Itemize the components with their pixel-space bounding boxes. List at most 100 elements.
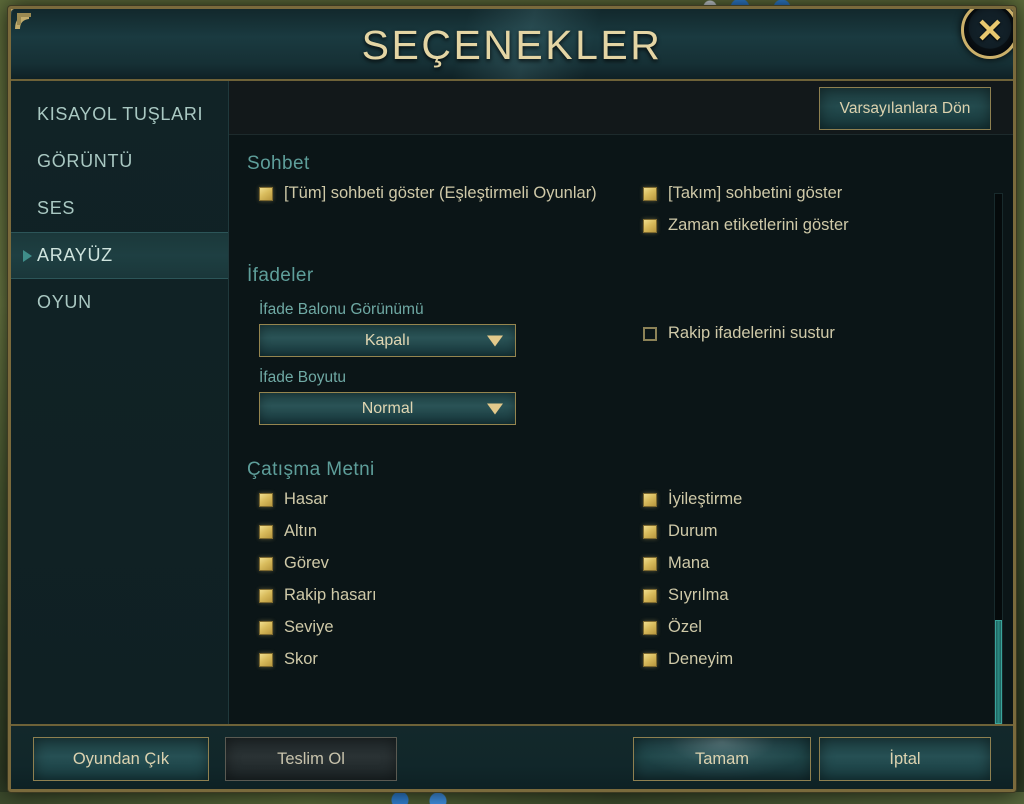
checkbox-label: Zaman etiketlerini göster xyxy=(668,216,849,234)
checkbox-row-healing[interactable]: İyileştirme xyxy=(643,489,973,510)
checkbox-label: Hasar xyxy=(284,490,329,508)
checkbox-icon[interactable] xyxy=(259,187,273,201)
checkbox-label: Rakip hasarı xyxy=(284,586,377,604)
emote-bubble-label: İfade Balonu Görünümü xyxy=(259,301,424,318)
chat-left-column: [Tüm] sohbeti göster (Eşleştirmeli Oyunl… xyxy=(239,183,631,247)
checkbox-icon[interactable] xyxy=(643,621,657,635)
checkbox-icon[interactable] xyxy=(643,589,657,603)
sidebar-item-game[interactable]: OYUN xyxy=(11,279,228,326)
checkbox-icon[interactable] xyxy=(643,557,657,571)
checkbox-label: Görev xyxy=(284,554,329,572)
sidebar-item-hotkeys[interactable]: KISAYOL TUŞLARI xyxy=(11,91,228,138)
scrollbar-thumb[interactable] xyxy=(995,620,1002,724)
checkbox-label: Skor xyxy=(284,650,318,668)
sidebar-item-label: SES xyxy=(37,198,76,218)
combat-left-column: Hasar Altın Görev Rakip hasarı Seviye Sk… xyxy=(239,489,631,681)
checkbox-label: Özel xyxy=(668,618,702,636)
checkbox-icon[interactable] xyxy=(643,493,657,507)
checkbox-row-status[interactable]: Durum xyxy=(643,521,973,542)
sidebar-item-sound[interactable]: SES xyxy=(11,185,228,232)
checkbox-row-experience[interactable]: Deneyim xyxy=(643,649,973,670)
emote-size-dropdown[interactable]: Normal xyxy=(259,392,516,425)
checkbox-row-show-timestamps[interactable]: Zaman etiketlerini göster xyxy=(643,215,973,236)
chevron-right-icon xyxy=(23,249,32,262)
sidebar-item-label: GÖRÜNTÜ xyxy=(37,151,133,171)
footer-bar: Oyundan Çık Teslim Ol Tamam İptal xyxy=(11,724,1013,789)
reset-defaults-button[interactable]: Varsayılanlara Dön xyxy=(819,87,991,130)
section-title-emotes: İfadeler xyxy=(247,265,314,286)
surrender-label: Teslim Ol xyxy=(277,749,345,768)
checkbox-icon[interactable] xyxy=(643,219,657,233)
checkbox-label: [Tüm] sohbeti göster (Eşleştirmeli Oyunl… xyxy=(284,184,597,202)
cancel-button[interactable]: İptal xyxy=(819,737,991,781)
checkbox-row-enemy-damage[interactable]: Rakip hasarı xyxy=(259,585,631,606)
checkbox-icon[interactable] xyxy=(259,653,273,667)
reset-defaults-label: Varsayılanlara Dön xyxy=(839,99,971,117)
checkbox-row-quest[interactable]: Görev xyxy=(259,553,631,574)
ok-button[interactable]: Tamam xyxy=(633,737,811,781)
sidebar-item-video[interactable]: GÖRÜNTÜ xyxy=(11,138,228,185)
checkbox-icon[interactable] xyxy=(259,621,273,635)
emotes-left-column: İfade Balonu Görünümü Kapalı İfade Boyut… xyxy=(239,295,631,437)
checkbox-icon[interactable] xyxy=(643,525,657,539)
checkbox-label: [Takım] sohbetini göster xyxy=(668,184,843,202)
emote-size-label: İfade Boyutu xyxy=(259,369,347,386)
checkbox-row-damage[interactable]: Hasar xyxy=(259,489,631,510)
chevron-down-icon xyxy=(487,403,503,414)
content-column: Varsayılanlara Dön Sohbet [Tüm] sohbeti … xyxy=(229,81,1013,724)
checkbox-row-mute-enemy-emotes[interactable]: Rakip ifadelerini sustur xyxy=(643,323,973,344)
checkbox-icon[interactable] xyxy=(259,589,273,603)
options-window: SEÇENEKLER ✕ KISAYOL TUŞLARI GÖRÜNTÜ SES… xyxy=(8,6,1016,792)
checkbox-icon[interactable] xyxy=(643,327,657,341)
checkbox-icon[interactable] xyxy=(643,187,657,201)
ok-label: Tamam xyxy=(694,749,750,768)
chat-right-column: [Takım] sohbetini göster Zaman etiketler… xyxy=(631,183,973,247)
close-button[interactable]: ✕ xyxy=(961,9,1013,59)
page-title: SEÇENEKLER xyxy=(361,22,663,68)
checkbox-icon[interactable] xyxy=(259,493,273,507)
combat-right-column: İyileştirme Durum Mana Sıyrılma Özel Den… xyxy=(631,489,973,681)
checkbox-icon[interactable] xyxy=(259,525,273,539)
settings-scroll-area: Sohbet [Tüm] sohbeti göster (Eşleştirmel… xyxy=(229,135,1013,724)
sidebar-item-label: KISAYOL TUŞLARI xyxy=(37,104,204,124)
checkbox-label: Mana xyxy=(668,554,710,572)
checkbox-row-mana[interactable]: Mana xyxy=(643,553,973,574)
checkbox-label: Seviye xyxy=(284,618,334,636)
checkbox-row-gold[interactable]: Altın xyxy=(259,521,631,542)
emote-bubble-dropdown[interactable]: Kapalı xyxy=(259,324,516,357)
background-bottom-strip xyxy=(0,792,1024,804)
emote-size-value: Normal xyxy=(361,399,414,417)
checkbox-label: Sıyrılma xyxy=(668,586,729,604)
sidebar-item-interface[interactable]: ARAYÜZ xyxy=(11,232,228,279)
sidebar-item-label: ARAYÜZ xyxy=(37,245,113,265)
chevron-down-icon xyxy=(487,335,503,346)
window-body: KISAYOL TUŞLARI GÖRÜNTÜ SES ARAYÜZ OYUN … xyxy=(11,81,1013,724)
sidebar: KISAYOL TUŞLARI GÖRÜNTÜ SES ARAYÜZ OYUN xyxy=(11,81,229,724)
section-title-combat-text: Çatışma Metni xyxy=(247,459,375,480)
quit-game-button[interactable]: Oyundan Çık xyxy=(33,737,209,781)
background-bottom-minions xyxy=(380,792,500,804)
checkbox-row-score[interactable]: Skor xyxy=(259,649,631,670)
checkbox-label: Rakip ifadelerini sustur xyxy=(668,324,835,342)
checkbox-icon[interactable] xyxy=(643,653,657,667)
checkbox-label: Altın xyxy=(284,522,318,540)
checkbox-row-dodge[interactable]: Sıyrılma xyxy=(643,585,973,606)
emote-bubble-value: Kapalı xyxy=(364,331,411,349)
checkbox-label: İyileştirme xyxy=(668,490,743,508)
checkbox-icon[interactable] xyxy=(259,557,273,571)
sidebar-item-label: OYUN xyxy=(37,292,92,312)
surrender-button[interactable]: Teslim Ol xyxy=(225,737,397,781)
checkbox-row-special[interactable]: Özel xyxy=(643,617,973,638)
checkbox-row-level[interactable]: Seviye xyxy=(259,617,631,638)
checkbox-label: Deneyim xyxy=(668,650,734,668)
title-bar: SEÇENEKLER xyxy=(11,9,1013,81)
vertical-scrollbar[interactable] xyxy=(994,193,1003,724)
cancel-label: İptal xyxy=(889,749,921,768)
checkbox-row-show-team-chat[interactable]: [Takım] sohbetini göster xyxy=(643,183,973,204)
section-combat-text: Çatışma Metni Hasar Altın Görev Rakip ha… xyxy=(239,459,973,681)
quit-game-label: Oyundan Çık xyxy=(72,749,170,768)
section-title-chat: Sohbet xyxy=(247,153,310,174)
section-emotes: İfadeler İfade Balonu Görünümü Kapalı İf… xyxy=(239,265,973,437)
content-toolbar: Varsayılanlara Dön xyxy=(229,81,1013,135)
checkbox-row-show-all-chat[interactable]: [Tüm] sohbeti göster (Eşleştirmeli Oyunl… xyxy=(259,183,631,204)
